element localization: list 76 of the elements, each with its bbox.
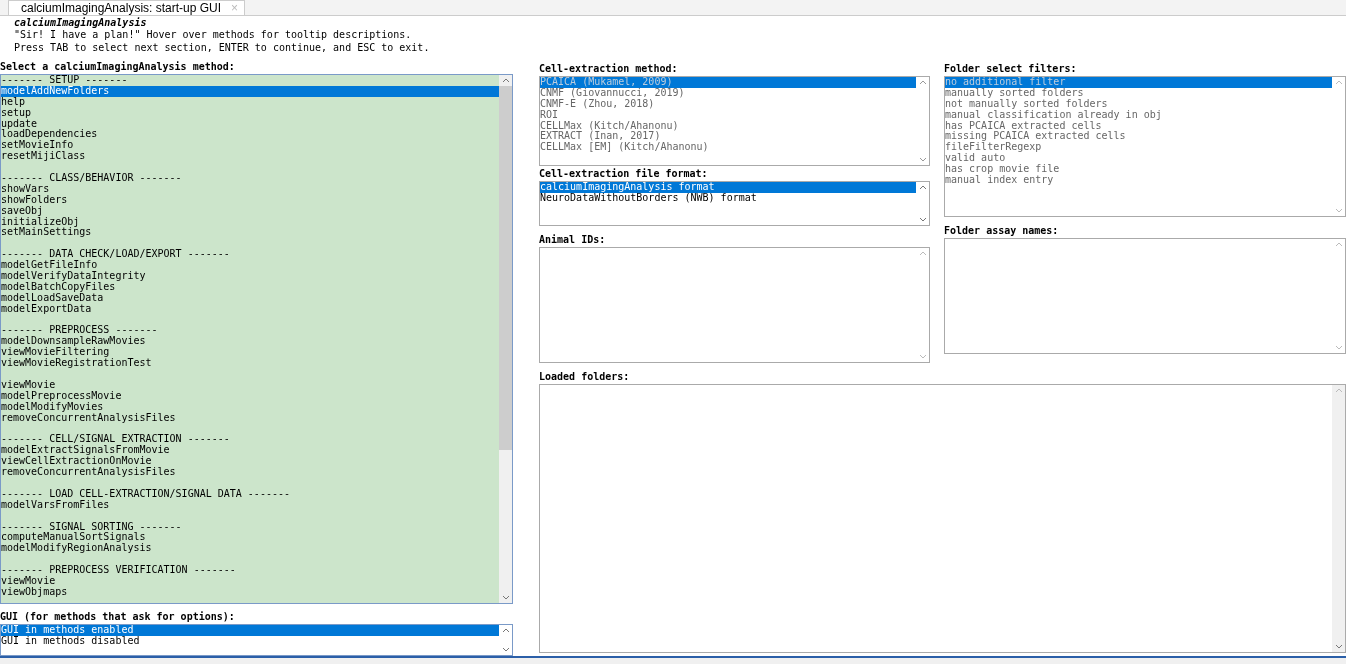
list-label: Folder select filters:	[944, 63, 1078, 75]
list-item[interactable]: viewMovie	[1, 575, 499, 587]
list-item[interactable]: removeConcurrentAnalysisFiles	[1, 412, 499, 424]
section-header: ------- CLASS/BEHAVIOR -------	[1, 173, 183, 184]
scroll-up-icon[interactable]	[501, 78, 510, 83]
list-item[interactable]: modelBatchCopyFiles	[1, 281, 499, 293]
scrollbar-thumb[interactable]	[499, 86, 512, 451]
list-item[interactable]: viewMovieRegistrationTest	[1, 358, 499, 370]
list-item[interactable]: showVars	[1, 183, 499, 195]
list-item[interactable]: viewMovie	[1, 379, 499, 391]
list-item[interactable]: modelGetFileInfo	[1, 260, 499, 272]
list-item[interactable]: viewCellExtractionOnMovie	[1, 456, 499, 468]
list-item[interactable]: GUI in methods enabled	[1, 625, 499, 636]
list-item[interactable]: modelPreprocessMovie	[1, 390, 499, 402]
scroll-up-icon[interactable]	[501, 628, 510, 633]
gui-list[interactable]: GUI in methods enabled GUI in methods disabled	[0, 624, 513, 656]
instruction-text: Press TAB to select next section, ENTER to continue, and ESC to exit.	[14, 41, 431, 54]
list-item[interactable]: loadDependencies	[1, 129, 499, 141]
scroll-down-icon[interactable]	[918, 217, 927, 222]
method-list[interactable]	[0, 74, 513, 604]
section-header: ------- CELL/SIGNAL EXTRACTION -------	[1, 434, 231, 445]
list-label: Select a calciumImagingAnalysis method:	[0, 61, 236, 73]
scroll-down-icon[interactable]	[501, 647, 510, 652]
list-item[interactable]: setMovieInfo	[1, 140, 499, 152]
scroll-down-icon[interactable]	[501, 595, 510, 600]
list-item[interactable]: resetMijiClass	[1, 151, 499, 163]
file-format-list[interactable]: calciumImagingAnalysis format NeuroDataWithoutBorders (NWB) format	[539, 181, 930, 226]
list-item[interactable]: calciumImagingAnalysis format	[540, 182, 916, 193]
list-item[interactable]: saveObj	[1, 205, 499, 217]
list-label: Cell-extraction method:	[539, 63, 679, 75]
list-item[interactable]: modelExportData	[1, 303, 499, 315]
list-item[interactable]: computeManualSortSignals	[1, 532, 499, 544]
scroll-down-icon[interactable]	[1334, 644, 1343, 649]
scroll-up-icon[interactable]	[918, 185, 927, 190]
list-item[interactable]: modelLoadSaveData	[1, 292, 499, 304]
list-item[interactable]: modelExtractSignalsFromMovie	[1, 445, 499, 457]
assay-names-field[interactable]	[944, 238, 1346, 354]
list-item[interactable]: help	[1, 96, 499, 108]
list-label: Animal IDs:	[539, 234, 607, 246]
list-item[interactable]: modelVarsFromFiles	[1, 499, 499, 511]
list-label: Folder assay names:	[944, 225, 1060, 237]
list-item[interactable]: NeuroDataWithoutBorders (NWB) format	[540, 192, 916, 204]
list-item[interactable]: viewMovieFiltering	[1, 347, 499, 359]
list-item[interactable]: modelModifyRegionAnalysis	[1, 543, 499, 555]
list-item[interactable]: modelAddNewFolders	[1, 85, 499, 97]
list-item[interactable]: removeConcurrentAnalysisFiles	[1, 467, 499, 478]
list-item[interactable]: initializeObj	[1, 216, 499, 228]
instruction-text: "Sir! I have a plan!" Hover over methods for tooltip descriptions.	[14, 29, 413, 42]
section-header: ------- PREPROCESS VERIFICATION -------	[1, 565, 237, 576]
section-header: ------- LOAD CELL-EXTRACTION/SIGNAL DATA -------	[1, 488, 291, 500]
scroll-up-icon[interactable]	[1334, 242, 1343, 247]
list-label: GUI (for methods that ask for options):	[0, 611, 236, 623]
list-label: Loaded folders:	[539, 371, 631, 383]
app-title: calciumImagingAnalysis	[14, 16, 148, 29]
list-item[interactable]: modelDownsampleRawMovies	[1, 336, 499, 348]
window-title: calciumImagingAnalysis: start-up GUI	[21, 1, 222, 15]
scrollbar[interactable]	[499, 75, 512, 603]
scroll-up-icon[interactable]	[918, 251, 927, 256]
window-tab[interactable]: calciumImagingAnalysis: start-up GUI ×	[8, 0, 246, 15]
animal-ids-field[interactable]	[539, 247, 930, 363]
section-header: ------- PREPROCESS -------	[1, 325, 159, 336]
list-item[interactable]: viewObjmaps	[1, 586, 499, 598]
list-item[interactable]: modelModifyMovies	[1, 401, 499, 413]
list-item[interactable]: update	[1, 118, 499, 130]
section-header: ------- DATA CHECK/LOAD/EXPORT -------	[1, 249, 231, 260]
list-item[interactable]: setMainSettings	[1, 227, 499, 239]
list-item[interactable]: GUI in methods disabled	[1, 635, 499, 647]
section-header: ------- SIGNAL SORTING -------	[1, 521, 183, 532]
list-label: Cell-extraction file format:	[539, 168, 709, 180]
section-header: ------- SETUP -------	[1, 75, 129, 86]
list-item[interactable]: showFolders	[1, 194, 499, 206]
list-item[interactable]: modelVerifyDataIntegrity	[1, 271, 499, 282]
loaded-folders-field[interactable]	[539, 384, 1346, 653]
list-item[interactable]: setup	[1, 107, 499, 119]
scroll-down-icon[interactable]	[1334, 345, 1343, 350]
scroll-down-icon[interactable]	[918, 354, 927, 359]
